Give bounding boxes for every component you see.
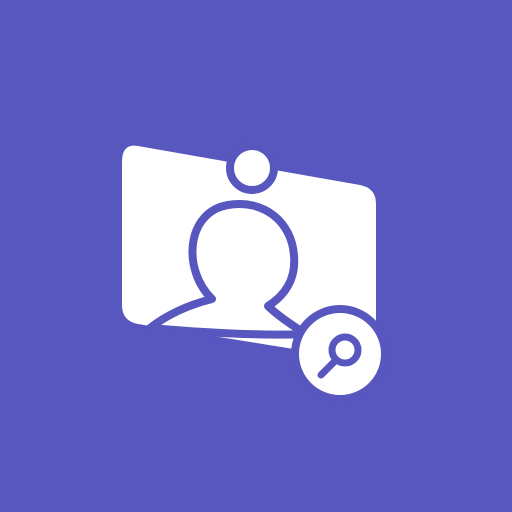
app-icon [0, 0, 512, 512]
app-icon-graphic [0, 0, 512, 512]
search-badge-icon [291, 305, 389, 403]
pin-icon [226, 142, 278, 194]
